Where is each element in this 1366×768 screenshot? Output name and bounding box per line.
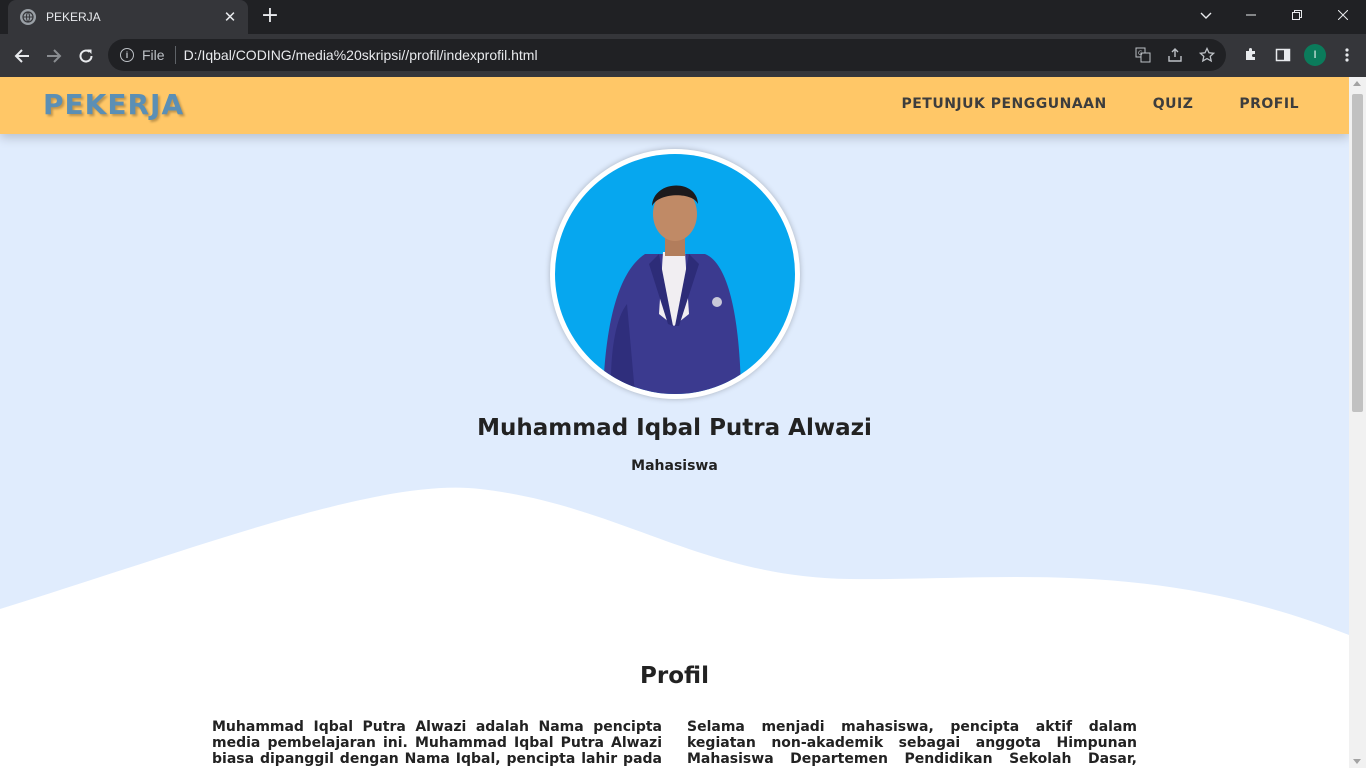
- svg-text:G: G: [1138, 50, 1143, 57]
- more-menu-icon[interactable]: [1336, 43, 1358, 67]
- new-tab-button[interactable]: +: [258, 5, 282, 29]
- hero-wave: [0, 487, 1349, 657]
- browser-tab-strip: PEKERJA ✕ +: [0, 0, 1366, 34]
- tab-title: PEKERJA: [46, 10, 101, 24]
- url-text[interactable]: D:/Iqbal/CODING/media%20skripsi//profil/…: [184, 47, 538, 63]
- nav-link-quiz[interactable]: QUIZ: [1153, 96, 1194, 112]
- profile-photo-frame: [550, 149, 800, 399]
- nav-link-petunjuk[interactable]: PETUNJUK PENGGUNAAN: [901, 96, 1106, 112]
- bookmark-star-icon[interactable]: [1196, 45, 1218, 65]
- profile-photo: [555, 154, 795, 394]
- globe-icon: [20, 9, 36, 25]
- url-scheme-label: File: [142, 47, 165, 63]
- profile-text-left: Muhammad Iqbal Putra Alwazi adalah Nama …: [212, 719, 662, 768]
- close-window-button[interactable]: [1320, 0, 1366, 30]
- profile-text-right: Selama menjadi mahasiswa, pencipta aktif…: [687, 719, 1137, 768]
- share-icon[interactable]: [1164, 45, 1186, 65]
- forward-arrow-icon[interactable]: [41, 43, 67, 69]
- restore-window-button[interactable]: [1274, 0, 1320, 30]
- browser-toolbar: i File D:/Iqbal/CODING/media%20skripsi//…: [0, 34, 1366, 77]
- scroll-down-arrow-icon[interactable]: [1353, 759, 1361, 764]
- scrollbar-thumb[interactable]: [1352, 94, 1363, 412]
- page-viewport: PEKERJA PETUNJUK PENGGUNAAN QUIZ PROFIL: [0, 77, 1349, 768]
- profile-avatar[interactable]: I: [1304, 44, 1326, 66]
- site-info-icon[interactable]: i: [120, 48, 134, 62]
- address-divider: [174, 46, 176, 64]
- person-role: Mahasiswa: [631, 458, 718, 474]
- scroll-up-arrow-icon[interactable]: [1353, 81, 1361, 86]
- side-panel-icon[interactable]: [1272, 43, 1294, 67]
- browser-tab[interactable]: PEKERJA ✕: [8, 0, 248, 34]
- translate-icon[interactable]: G: [1132, 45, 1154, 65]
- site-navbar: PEKERJA PETUNJUK PENGGUNAAN QUIZ PROFIL: [0, 77, 1349, 134]
- nav-link-profil[interactable]: PROFIL: [1239, 96, 1299, 112]
- page-scrollbar[interactable]: [1349, 77, 1366, 768]
- tab-search-icon[interactable]: [1194, 6, 1218, 26]
- profile-section-title: Profil: [640, 663, 709, 689]
- minimize-window-button[interactable]: [1228, 0, 1274, 30]
- address-bar[interactable]: i File D:/Iqbal/CODING/media%20skripsi//…: [108, 39, 1226, 71]
- extensions-puzzle-icon[interactable]: [1240, 43, 1262, 67]
- person-name: Muhammad Iqbal Putra Alwazi: [477, 415, 872, 441]
- reload-icon[interactable]: [73, 43, 99, 69]
- back-arrow-icon[interactable]: [9, 43, 35, 69]
- brand-logo[interactable]: PEKERJA: [43, 88, 184, 121]
- close-tab-icon[interactable]: ✕: [222, 9, 238, 25]
